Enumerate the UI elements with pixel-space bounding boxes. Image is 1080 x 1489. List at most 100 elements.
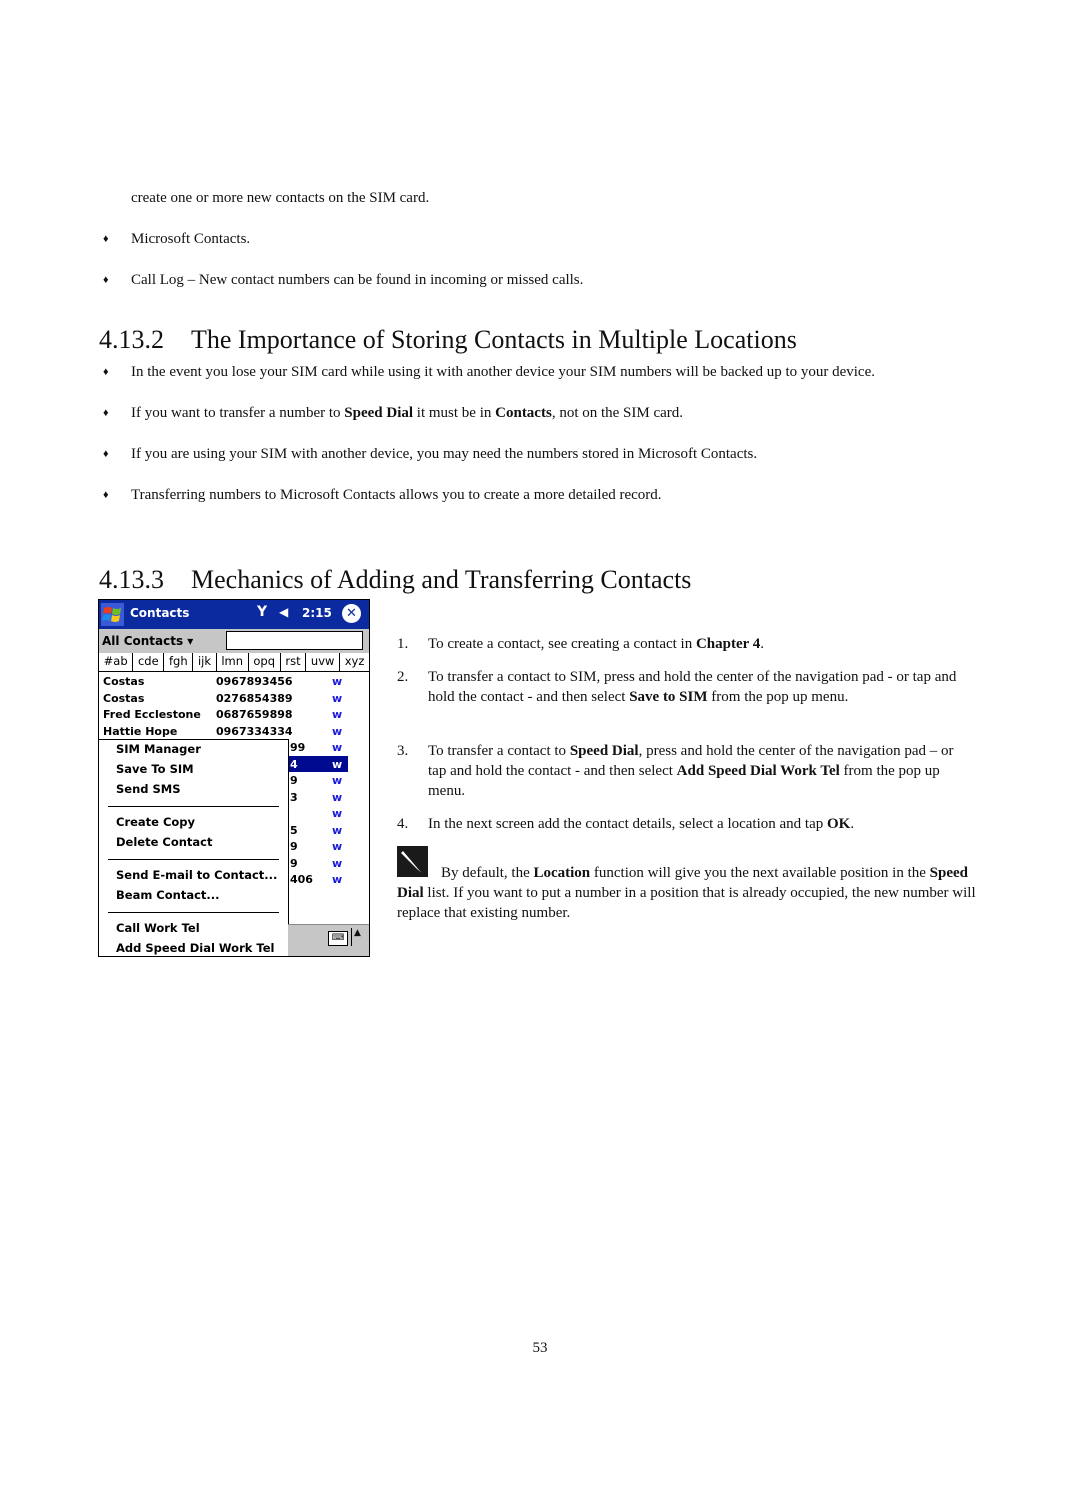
numbered-step: 1. To create a contact, see creating a co… bbox=[397, 634, 972, 654]
text-run: By default, the bbox=[441, 865, 534, 881]
menu-item[interactable]: Save To SIM bbox=[116, 762, 194, 776]
bullet-icon: ♦ bbox=[103, 448, 109, 460]
contact-phone-fragment: 5 bbox=[290, 823, 298, 837]
category-dropdown[interactable]: All Contacts ▾ bbox=[102, 634, 193, 648]
contact-name: Fred Ecclestone bbox=[103, 708, 201, 721]
bold-term: Speed Dial bbox=[569, 743, 639, 759]
contact-phone-fragment: 4 bbox=[290, 757, 298, 771]
step-number: 4. bbox=[397, 816, 409, 832]
close-icon[interactable]: ✕ bbox=[342, 604, 361, 623]
section-heading-4132: 4.13.2 The Importance of Storing Contacts… bbox=[99, 325, 797, 355]
alpha-tab[interactable]: ijk bbox=[193, 653, 217, 671]
menu-item[interactable]: Send SMS bbox=[116, 782, 181, 796]
contact-row[interactable]: Costas 0967893456 w bbox=[99, 674, 369, 690]
contact-name: Hattie Hope bbox=[103, 724, 178, 738]
bullet-icon: ♦ bbox=[103, 366, 109, 378]
note-text: By default, the Location function will g… bbox=[397, 863, 977, 923]
input-arrow-icon[interactable]: ▲ bbox=[351, 928, 361, 946]
contact-row[interactable]: Costas 0276854389 w bbox=[99, 691, 369, 707]
menu-item[interactable]: Beam Contact... bbox=[116, 888, 220, 902]
alpha-tab[interactable]: #ab bbox=[99, 653, 134, 671]
contact-phone-fragment: 9 bbox=[290, 840, 298, 853]
text-run: , not on the SIM card. bbox=[551, 405, 684, 421]
text-run: In the event you lose your SIM card whil… bbox=[131, 364, 875, 380]
phone-type: w bbox=[332, 741, 343, 754]
menu-item[interactable]: SIM Manager bbox=[116, 742, 201, 756]
step-text: To transfer a contact to SIM, press and … bbox=[428, 667, 972, 707]
menu-item[interactable]: Create Copy bbox=[116, 815, 195, 829]
contact-name: Costas bbox=[103, 675, 145, 688]
bold-term: OK bbox=[827, 816, 851, 832]
menu-separator bbox=[108, 806, 279, 807]
text-run: from the pop up menu. bbox=[707, 689, 849, 705]
phone-type: w bbox=[332, 691, 343, 705]
phone-type: w bbox=[332, 856, 343, 870]
bullet-icon: ♦ bbox=[103, 233, 109, 245]
app-title: Contacts bbox=[130, 606, 190, 620]
section-number: 4.13.2 bbox=[99, 325, 164, 354]
alpha-tab[interactable]: uvw bbox=[306, 653, 341, 671]
bold-term: Chapter 4 bbox=[695, 636, 761, 652]
bullet-text: Microsoft Contacts. bbox=[131, 231, 251, 247]
alpha-tab[interactable]: fgh bbox=[164, 653, 194, 671]
keyboard-icon[interactable]: ⌨ bbox=[328, 931, 348, 946]
section-title: The Importance of Storing Contacts in Mu… bbox=[191, 325, 797, 354]
numbered-step: 3. To transfer a contact to Speed Dial, p… bbox=[397, 741, 972, 801]
text-run: list. If you want to put a number in a p… bbox=[397, 885, 976, 921]
page-number: 53 bbox=[532, 1340, 548, 1356]
bullet-icon: ♦ bbox=[103, 274, 109, 286]
windows-start-icon[interactable] bbox=[101, 603, 124, 626]
bullet-icon: ♦ bbox=[103, 489, 109, 501]
alpha-tab[interactable]: xyz bbox=[340, 653, 369, 671]
bold-term: Save to SIM bbox=[629, 689, 708, 705]
contact-phone: 0967893456 bbox=[216, 675, 293, 688]
alpha-tab[interactable]: lmn bbox=[217, 653, 249, 671]
contact-phone: 0687659898 bbox=[216, 708, 293, 721]
clock[interactable]: 2:15 bbox=[302, 606, 332, 620]
menu-item[interactable]: Send E-mail to Contact... bbox=[116, 868, 277, 882]
menu-item[interactable]: Add Speed Dial Work Tel bbox=[116, 941, 274, 955]
bold-term: Add Speed Dial Work Tel bbox=[676, 763, 840, 779]
contact-phone-fragment: 9 bbox=[290, 774, 298, 787]
speaker-icon[interactable]: ◀ bbox=[279, 605, 288, 619]
contact-row[interactable]: Fred Ecclestone 0687659898 w bbox=[99, 707, 369, 723]
menu-separator bbox=[108, 912, 279, 913]
alpha-tab[interactable]: opq bbox=[249, 653, 281, 671]
search-input[interactable] bbox=[226, 631, 363, 650]
context-menu: SIM Manager Save To SIM Send SMS Create Cop… bbox=[99, 739, 289, 956]
bullet-icon: ♦ bbox=[103, 407, 109, 419]
contact-name: Costas bbox=[103, 691, 145, 705]
menu-item[interactable]: Call Work Tel bbox=[116, 921, 200, 935]
contact-row[interactable]: Hattie Hope 0967334334 w bbox=[99, 724, 369, 740]
text-run: If you are using your SIM with another d… bbox=[131, 446, 758, 462]
bold-term: Speed Dial bbox=[344, 405, 414, 421]
step-text: To create a contact, see creating a cont… bbox=[428, 634, 972, 654]
menu-item[interactable]: Delete Contact bbox=[116, 835, 213, 849]
numbered-step: 4. In the next screen add the contact det… bbox=[397, 814, 972, 834]
menu-separator bbox=[108, 859, 279, 860]
phone-type: w bbox=[332, 807, 343, 820]
section-title: Mechanics of Adding and Transferring Con… bbox=[191, 565, 692, 594]
bullet-text: Transferring numbers to Microsoft Contac… bbox=[131, 485, 662, 505]
text-run: In the next screen add the contact detai… bbox=[428, 816, 828, 832]
phone-type: w bbox=[332, 675, 343, 688]
phone-type: w bbox=[332, 840, 343, 853]
contact-phone-fragment: 9 bbox=[290, 856, 298, 870]
text-run: If you want to transfer a number to bbox=[131, 405, 345, 421]
menu-bar: ⌨ ▲ bbox=[288, 924, 369, 956]
bold-term: Contacts bbox=[495, 405, 552, 421]
phone-type: w bbox=[332, 823, 343, 837]
bullet-text: If you are using your SIM with another d… bbox=[131, 444, 757, 464]
bullet-text: In the event you lose your SIM card whil… bbox=[131, 362, 875, 382]
alpha-tab[interactable]: cde bbox=[133, 653, 165, 671]
step-number: 2. bbox=[397, 669, 409, 685]
bullet-text: Call Log – New contact numbers can be fo… bbox=[131, 272, 584, 288]
text-run: . bbox=[850, 816, 855, 832]
text-run: To create a contact, see creating a cont… bbox=[428, 636, 696, 652]
phone-type: w bbox=[332, 757, 343, 771]
antenna-icon[interactable]: Y bbox=[257, 604, 267, 620]
alphabet-tabs: #ab cde fgh ijk lmn opq rst uvw xyz bbox=[99, 653, 369, 672]
alpha-tab[interactable]: rst bbox=[281, 653, 307, 671]
bold-term: Location bbox=[533, 865, 591, 881]
phone-type: w bbox=[332, 724, 343, 738]
